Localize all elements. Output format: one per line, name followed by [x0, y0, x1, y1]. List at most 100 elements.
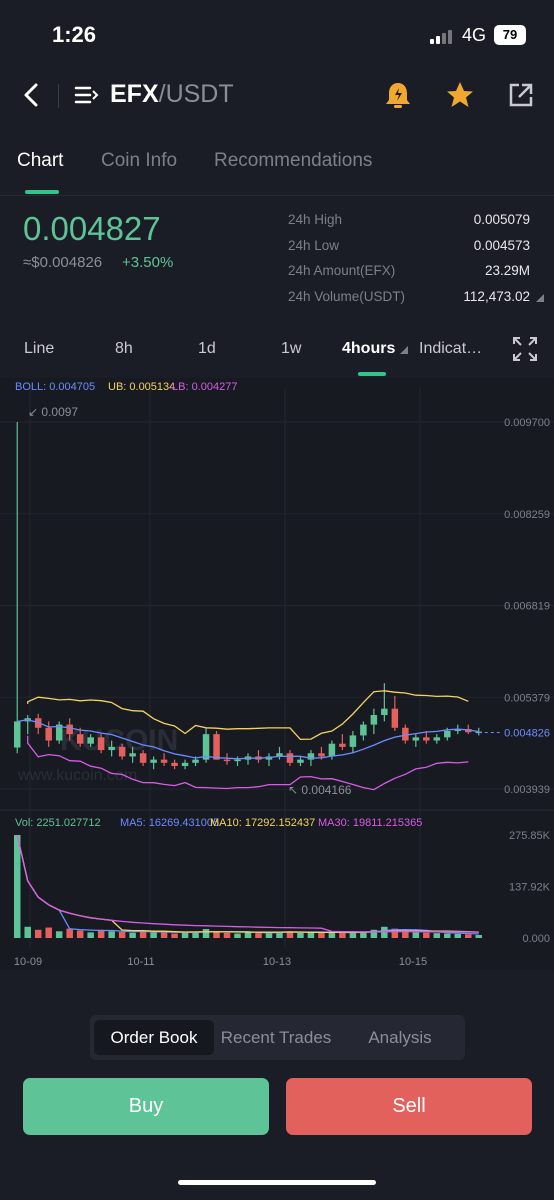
- candle-body: [318, 753, 325, 757]
- candle-body: [139, 753, 147, 763]
- interval-1w[interactable]: 1w: [281, 340, 301, 358]
- candle-body: [433, 737, 441, 741]
- stat-value: 112,473.02: [463, 288, 530, 304]
- volume-bar: [87, 932, 94, 938]
- volume-bar: [381, 926, 388, 938]
- candle-body: [45, 727, 52, 741]
- price-tick-label: 0.008259: [504, 509, 550, 521]
- trading-pair[interactable]: EFX/USDT: [110, 80, 234, 109]
- stat-value: 0.004573: [473, 237, 530, 253]
- tab-analysis[interactable]: Analysis: [340, 1020, 460, 1055]
- stat-24h-high: 24h High 0.005079: [288, 212, 544, 238]
- volume-bar: [255, 933, 262, 938]
- volume-bar: [24, 926, 31, 938]
- x-tick-label: 10-11: [127, 956, 154, 968]
- stat-value: 0.005079: [473, 212, 530, 227]
- candle-body: [349, 735, 357, 747]
- fullscreen-icon[interactable]: [512, 336, 538, 362]
- ma30-label: MA30: 19811.215365: [318, 817, 422, 829]
- volume-bar: [412, 932, 420, 938]
- price-alert-icon[interactable]: [384, 80, 412, 110]
- signal-icon: [430, 28, 456, 44]
- price-tick-label: 0.003939: [504, 784, 550, 796]
- stat-label: 24h Amount(EFX): [288, 263, 396, 278]
- stat-label: 24h Volume(USDT): [288, 288, 406, 304]
- tab-order-book[interactable]: Order Book: [94, 1020, 214, 1055]
- price-tick-label: 0.009700: [504, 417, 550, 429]
- interval-bar: Line 8h 1d 1w 4hours Indicat…: [0, 326, 554, 378]
- volume-bar: [45, 927, 52, 938]
- candle-body: [181, 762, 189, 767]
- volume-tick-label: 275.85K: [509, 830, 551, 842]
- top-nav: EFX/USDT: [0, 70, 554, 122]
- pair-menu-icon[interactable]: [74, 82, 100, 108]
- x-tick-label: 10-09: [14, 956, 42, 968]
- interval-4hours[interactable]: 4hours: [342, 340, 395, 358]
- candle-body: [97, 737, 105, 751]
- dropdown-triangle-icon: [536, 293, 544, 302]
- pair-base: EFX: [110, 80, 159, 108]
- tab-coin-info[interactable]: Coin Info: [101, 150, 177, 172]
- candle-body: [160, 759, 168, 763]
- x-tick-label: 10-13: [263, 956, 291, 968]
- stat-24h-low: 24h Low 0.004573: [288, 238, 544, 264]
- volume-bar: [171, 933, 178, 938]
- candle-body: [339, 743, 346, 747]
- volume-bar: [34, 929, 42, 938]
- candle-body: [444, 730, 451, 738]
- page-tabs: Chart Coin Info Recommendations: [0, 140, 554, 196]
- watermark-url: www.kucoin.com: [17, 767, 137, 784]
- candlestick-chart[interactable]: BOLL: 0.004705 UB: 0.005134 LB: 0.004277 KU…: [0, 378, 554, 970]
- candle-body: [391, 708, 399, 728]
- tab-chart[interactable]: Chart: [17, 150, 63, 172]
- volume-bar: [108, 931, 115, 938]
- volume-bar: [129, 932, 136, 938]
- volume-bar: [475, 935, 483, 938]
- interval-1d[interactable]: 1d: [198, 340, 216, 358]
- bottom-segment-control: Order Book Recent Trades Analysis: [90, 1015, 465, 1060]
- min-price-marker: ↖ 0.004166: [288, 783, 352, 797]
- favorite-star-icon[interactable]: [445, 80, 475, 110]
- nav-divider: [58, 84, 59, 108]
- tab-recommendations[interactable]: Recommendations: [214, 150, 372, 172]
- candle-body: [192, 759, 199, 763]
- last-price-label: 0.004826: [504, 727, 550, 739]
- volume-bar: [202, 929, 210, 938]
- network-type: 4G: [462, 25, 487, 45]
- back-arrow-icon[interactable]: [18, 80, 46, 110]
- volume-tick-label: 0.000: [522, 933, 550, 945]
- stat-label: 24h High: [288, 212, 343, 227]
- candle-body: [150, 759, 157, 763]
- candle-body: [213, 734, 220, 760]
- volume-bar: [433, 933, 441, 938]
- interval-line[interactable]: Line: [24, 340, 54, 358]
- candle-body: [108, 746, 115, 751]
- candle-body: [223, 759, 231, 762]
- tab-recent-trades[interactable]: Recent Trades: [216, 1020, 336, 1055]
- stat-24h-amount: 24h Amount(EFX) 23.29M: [288, 263, 544, 289]
- volume-tick-label: 137.92K: [509, 882, 551, 894]
- indicators-button[interactable]: Indicat…: [419, 340, 482, 358]
- fiat-price: ≈$0.004826: [23, 254, 103, 271]
- x-tick-label: 10-15: [399, 956, 427, 968]
- share-icon[interactable]: [508, 82, 534, 108]
- stat-24h-volume[interactable]: 24h Volume(USDT) 112,473.02: [288, 289, 544, 315]
- volume-bar: [234, 933, 241, 938]
- stat-label: 24h Low: [288, 237, 340, 253]
- candle-body: [234, 759, 241, 762]
- interval-8h[interactable]: 8h: [115, 340, 133, 358]
- candle-body: [286, 753, 294, 763]
- sell-button[interactable]: Sell: [286, 1078, 532, 1135]
- volume-bar: [244, 932, 252, 938]
- volume-bar: [454, 933, 462, 938]
- candle-body: [423, 737, 430, 741]
- ticker-stats: 24h High 0.005079 24h Low 0.004573 24h Amo…: [288, 212, 544, 314]
- home-indicator: [178, 1180, 376, 1185]
- buy-button[interactable]: Buy: [23, 1078, 269, 1135]
- volume-bar: [181, 932, 189, 938]
- candle-body: [171, 762, 178, 767]
- candle-body: [370, 715, 378, 725]
- price-change: +3.50%: [122, 254, 174, 271]
- max-price-marker: ↙ 0.0097: [28, 405, 78, 419]
- volume-bar: [297, 932, 304, 938]
